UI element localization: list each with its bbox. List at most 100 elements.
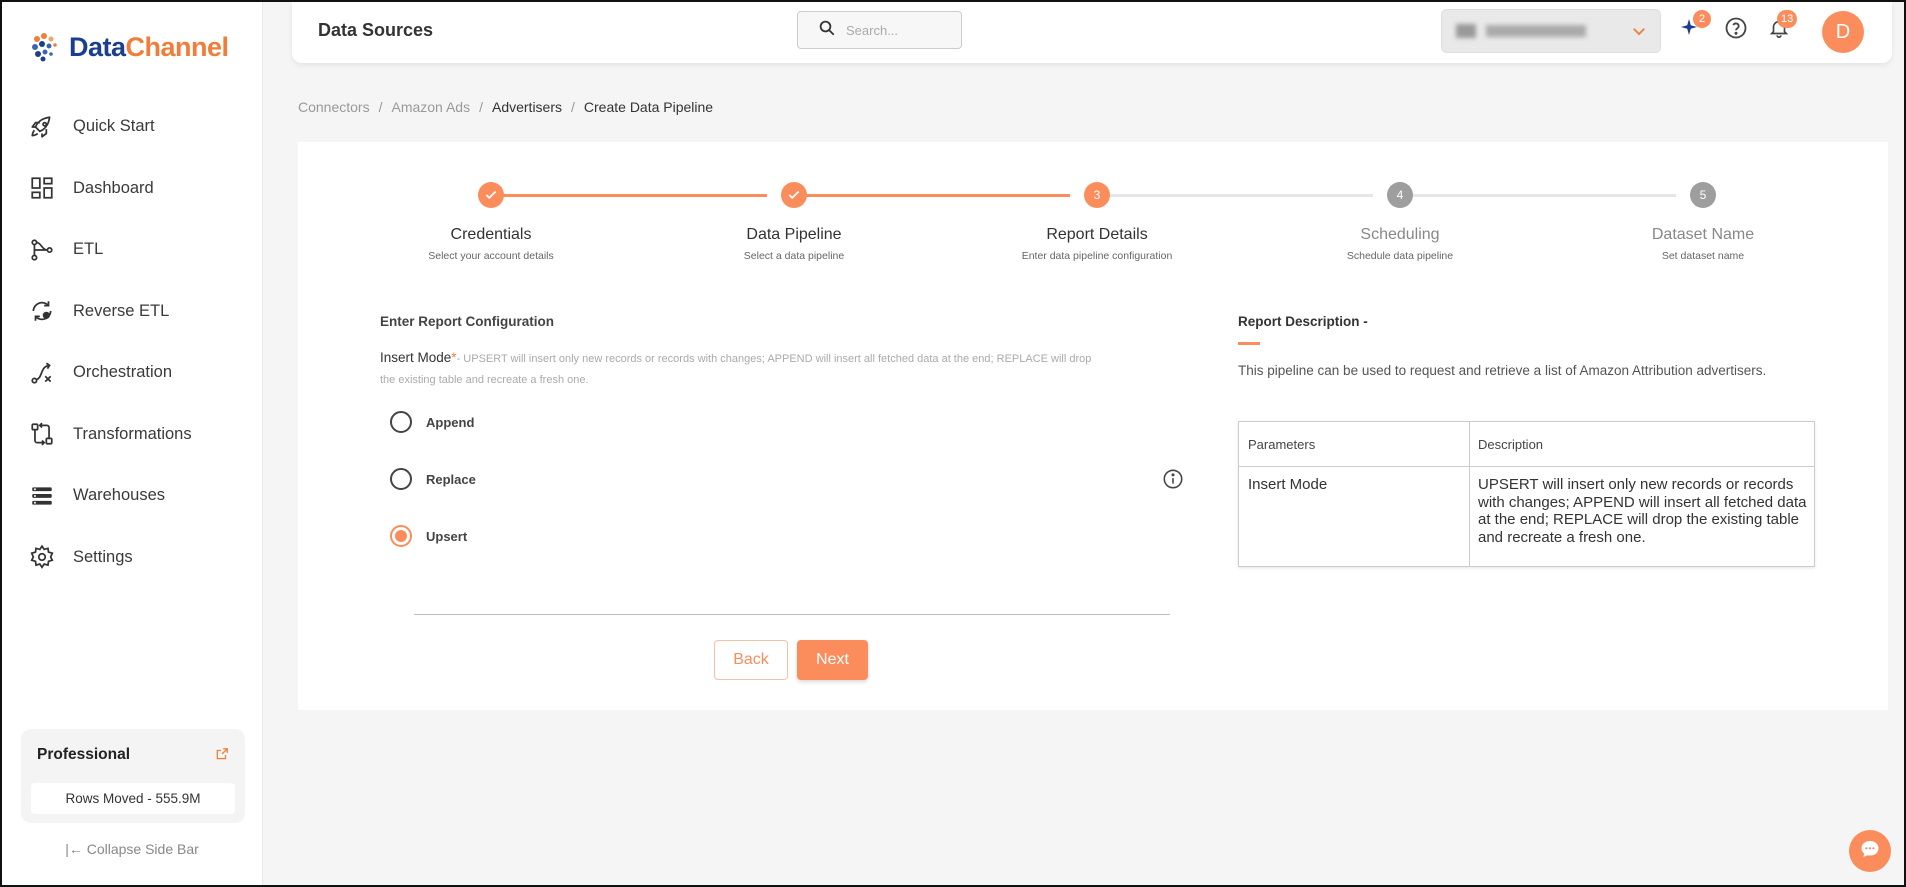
- notifications-button[interactable]: 13: [1765, 10, 1798, 44]
- step-4-subtitle: Schedule data pipeline: [1346, 250, 1454, 262]
- title-underline: [1238, 342, 1260, 345]
- plan-card: Professional Rows Moved - 555.9M: [21, 729, 245, 823]
- chat-icon: [1858, 837, 1882, 866]
- sidebar-item-orchestration[interactable]: Orchestration: [2, 342, 262, 404]
- sidebar-item-label: Transformations: [73, 424, 192, 443]
- check-icon: [485, 190, 497, 200]
- search-icon: [818, 19, 836, 42]
- step-3-title: Report Details: [1046, 226, 1148, 243]
- external-link-icon[interactable]: [215, 747, 229, 766]
- step-5-title: Dataset Name: [1651, 226, 1755, 243]
- check-icon: [788, 190, 800, 200]
- form-heading: Enter Report Configuration: [380, 314, 554, 329]
- table-cell-description: UPSERT will insert only new records or r…: [1478, 476, 1807, 546]
- rocket-icon: [28, 113, 56, 141]
- plan-title: Professional: [37, 746, 131, 763]
- breadcrumb-create-data-pipeline: Create Data Pipeline: [583, 99, 714, 115]
- logo-text: DataChannel: [69, 31, 229, 62]
- sidebar-item-label: Orchestration: [73, 363, 173, 382]
- sidebar-item-etl[interactable]: ETL: [2, 219, 262, 281]
- next-button[interactable]: Next: [797, 640, 868, 680]
- sidebar-item-transformations[interactable]: Transformations: [2, 404, 262, 466]
- step-2-subtitle: Select a data pipeline: [743, 250, 845, 262]
- radio-append-label: Append: [426, 414, 475, 430]
- header: Data Sources 2 13 D: [292, 2, 1892, 63]
- sidebar: DataChannel Quick Start Dashboard ETL Re…: [2, 2, 263, 885]
- breadcrumb-separator: /: [479, 99, 483, 115]
- step-1-title: Credentials: [450, 226, 532, 243]
- avatar[interactable]: D: [1822, 11, 1864, 53]
- sidebar-item-warehouses[interactable]: Warehouses: [2, 465, 262, 527]
- page-title: Data Sources: [318, 20, 434, 40]
- ai-badge: 2: [1693, 10, 1711, 28]
- breadcrumb-separator: /: [571, 99, 575, 115]
- ai-sparkle-button[interactable]: 2: [1677, 10, 1711, 44]
- rows-moved: Rows Moved - 555.9M: [31, 783, 235, 814]
- sidebar-item-reverse-etl[interactable]: Reverse ETL: [2, 281, 262, 343]
- step-connector: [491, 194, 767, 197]
- insert-mode-label: Insert Mode*- UPSERT will insert only ne…: [380, 348, 1100, 390]
- radio-upsert-label: Upsert: [426, 528, 468, 544]
- help-button[interactable]: [1722, 16, 1750, 44]
- workspace-select[interactable]: [1441, 9, 1661, 53]
- breadcrumb-separator: /: [378, 99, 383, 115]
- logo-icon: [32, 33, 57, 62]
- step-2-circle[interactable]: [781, 182, 807, 208]
- search-input[interactable]: [846, 22, 956, 38]
- step-5-circle[interactable]: 5: [1690, 182, 1716, 208]
- radio-append[interactable]: Append: [390, 411, 474, 433]
- step-1-circle[interactable]: [478, 182, 504, 208]
- radio-replace-circle[interactable]: [390, 468, 412, 490]
- step-3-subtitle: Enter data pipeline configuration: [1021, 250, 1173, 262]
- gear-icon: [28, 543, 56, 571]
- sidebar-nav: Quick Start Dashboard ETL Reverse ETL Or…: [2, 96, 262, 588]
- pipeline-card: 3 4 5 Credentials Select your account de…: [298, 142, 1888, 710]
- report-description-text: This pipeline can be used to request and…: [1238, 363, 1767, 378]
- step-2-title: Data Pipeline: [746, 226, 842, 243]
- breadcrumb-amazon-ads[interactable]: Amazon Ads: [391, 99, 470, 115]
- sidebar-item-label: Dashboard: [73, 178, 154, 197]
- step-4-title: Scheduling: [1360, 226, 1440, 243]
- breadcrumb-connectors[interactable]: Connectors: [298, 99, 370, 115]
- report-description-title: Report Description -: [1238, 314, 1368, 329]
- step-4-circle[interactable]: 4: [1387, 182, 1413, 208]
- search-box[interactable]: [797, 11, 962, 49]
- info-icon[interactable]: [1162, 468, 1184, 495]
- step-5-subtitle: Set dataset name: [1661, 250, 1745, 262]
- radio-upsert[interactable]: Upsert: [390, 525, 467, 547]
- step-connector: [794, 194, 1070, 197]
- sidebar-item-dashboard[interactable]: Dashboard: [2, 158, 262, 220]
- orchestration-icon: [28, 359, 56, 387]
- sidebar-item-label: ETL: [73, 240, 104, 259]
- back-button[interactable]: Back: [714, 640, 788, 680]
- radio-replace[interactable]: Replace: [390, 468, 476, 490]
- radio-upsert-circle[interactable]: [390, 525, 412, 547]
- column-header-description: Description: [1478, 437, 1544, 452]
- breadcrumb: Connectors / Amazon Ads / Advertisers / …: [298, 99, 713, 115]
- radio-append-circle[interactable]: [390, 411, 412, 433]
- table-cell-parameter: Insert Mode: [1248, 476, 1328, 493]
- form-divider: [414, 614, 1170, 615]
- parameters-table: Parameters Description Insert Mode UPSER…: [1238, 421, 1815, 567]
- sidebar-item-quick-start[interactable]: Quick Start: [2, 96, 262, 158]
- breadcrumb-advertisers[interactable]: Advertisers: [492, 99, 562, 115]
- dashboard-icon: [28, 174, 56, 202]
- logo[interactable]: DataChannel: [29, 30, 229, 64]
- chat-button[interactable]: [1849, 830, 1891, 872]
- sidebar-item-settings[interactable]: Settings: [2, 527, 262, 589]
- sidebar-item-label: Warehouses: [73, 486, 166, 505]
- step-connector: [1400, 194, 1676, 197]
- reverse-etl-icon: [28, 297, 56, 325]
- etl-icon: [28, 236, 56, 264]
- step-3-circle[interactable]: 3: [1084, 182, 1110, 208]
- transformations-icon: [28, 420, 56, 448]
- step-connector: [1097, 194, 1373, 197]
- notification-badge: 13: [1777, 10, 1798, 28]
- workspace-name-blurred: [1456, 24, 1586, 38]
- collapse-sidebar-button[interactable]: |← Collapse Side Bar: [2, 841, 262, 857]
- sidebar-item-label: Quick Start: [73, 117, 155, 136]
- table-column-divider: [1469, 422, 1470, 566]
- radio-replace-label: Replace: [426, 471, 476, 487]
- sidebar-item-label: Settings: [73, 547, 133, 566]
- warehouses-icon: [28, 482, 56, 510]
